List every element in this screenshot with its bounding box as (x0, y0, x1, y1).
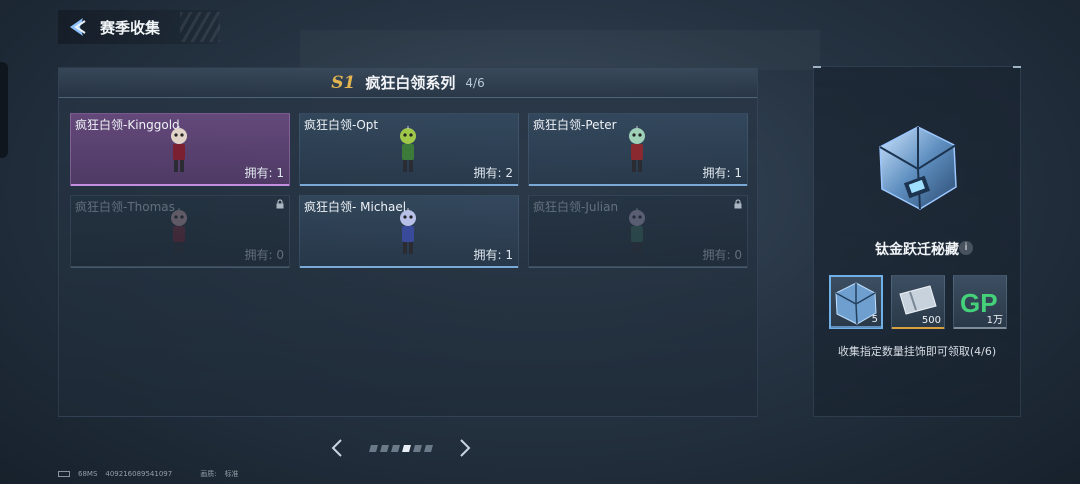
owned-count: 拥有: 0 (702, 248, 743, 262)
prev-page-button[interactable] (330, 437, 344, 459)
reward-item[interactable]: 5 (829, 275, 883, 329)
item-quantity: 500 (921, 315, 941, 326)
lock-icon (276, 199, 284, 209)
charm-figure-icon (629, 208, 645, 254)
item-quantity: 5 (871, 314, 878, 325)
battery-icon (58, 471, 70, 477)
next-page-button[interactable] (458, 437, 472, 459)
page-dot[interactable] (369, 444, 378, 452)
charm-figure-icon (171, 126, 187, 172)
charm-figure-icon (171, 208, 187, 254)
reward-title: 钛金跃迁秘藏 (875, 242, 959, 258)
collection-card[interactable]: 疯狂白领-Julian 拥有: 0 (528, 195, 748, 268)
collection-card[interactable]: 疯狂白领-Thomas 拥有: 0 (70, 195, 290, 268)
page-dot[interactable] (391, 444, 400, 452)
page-title: 赛季收集 (100, 18, 161, 37)
uid-text: 409216089541097 (105, 470, 173, 478)
collection-panel: S1 疯狂白领系列 4/6 疯狂白领-Kinggold 拥有: 1 疯狂白领-Opt… (58, 67, 758, 417)
reward-description: 收集指定数量挂饰即可领取(4/6) (837, 345, 997, 358)
owned-count: 拥有: 0 (244, 248, 285, 262)
back-button[interactable] (58, 10, 96, 44)
item-quantity: 1万 (986, 315, 1003, 326)
item-underline (954, 327, 1006, 329)
series-header: S1 疯狂白领系列 4/6 (59, 68, 757, 98)
card-underline (71, 184, 289, 186)
card-underline (71, 266, 289, 268)
card-underline (529, 266, 747, 268)
corner-decoration (813, 66, 821, 68)
owned-count: 拥有: 1 (702, 166, 743, 180)
page-dot[interactable] (413, 444, 422, 452)
info-icon[interactable]: i (959, 241, 973, 255)
page-dot[interactable] (424, 444, 433, 452)
card-name: 疯狂白领-Opt (304, 118, 379, 132)
quality-value: 标准 (224, 470, 239, 478)
background-decoration (300, 30, 820, 70)
lock-icon (734, 199, 742, 209)
owned-count: 拥有: 1 (473, 248, 514, 262)
chevron-right-icon (460, 439, 471, 457)
item-underline (831, 326, 881, 328)
owned-count: 拥有: 1 (244, 166, 285, 180)
charm-figure-icon (400, 126, 416, 172)
charm-figure-icon (629, 126, 645, 172)
reward-items: 5 500 GP 1万 (829, 275, 1007, 329)
card-underline (529, 184, 747, 186)
header-decoration (180, 12, 220, 42)
ping-text: 68MS (78, 470, 98, 478)
item-underline (892, 327, 944, 329)
collection-card[interactable]: 疯狂白领- Michael 拥有: 1 (299, 195, 519, 268)
collection-card[interactable]: 疯狂白领-Peter 拥有: 1 (528, 113, 748, 186)
card-underline (300, 266, 518, 268)
charm-figure-icon (400, 208, 416, 254)
corner-decoration (1013, 66, 1021, 68)
card-name: 疯狂白领-Kinggold (75, 118, 180, 132)
owned-count: 拥有: 2 (473, 166, 514, 180)
reward-panel: 钛金跃迁秘藏 i 5 500 GP 1万 收集指定数量挂饰即可领取(4/6) (813, 66, 1021, 417)
quality-label: 画质: (200, 470, 217, 478)
chevron-left-icon (331, 439, 342, 457)
reward-item[interactable]: 500 (891, 275, 945, 329)
side-edge-tab[interactable] (0, 62, 8, 158)
page-indicator (369, 444, 433, 452)
series-name: 疯狂白领系列 (365, 74, 456, 92)
collection-card[interactable]: 疯狂白领-Kinggold 拥有: 1 (70, 113, 290, 186)
card-name: 疯狂白领-Thomas (75, 200, 175, 214)
titanium-chest-icon (879, 126, 957, 210)
series-progress: 4/6 (465, 75, 485, 90)
season-badge: S1 (331, 72, 356, 93)
status-footer: 68MS 409216089541097 画质: 标准 (58, 469, 239, 479)
card-name: 疯狂白领-Julian (533, 200, 619, 214)
collection-card[interactable]: 疯狂白领-Opt 拥有: 2 (299, 113, 519, 186)
card-name: 疯狂白领-Peter (533, 118, 617, 132)
page-dot[interactable] (380, 444, 389, 452)
card-underline (300, 184, 518, 186)
back-arrow-icon (70, 18, 86, 36)
reward-item[interactable]: GP 1万 (953, 275, 1007, 329)
card-name: 疯狂白领- Michael (304, 200, 407, 214)
page-dot[interactable] (402, 444, 411, 452)
pager (330, 435, 490, 461)
